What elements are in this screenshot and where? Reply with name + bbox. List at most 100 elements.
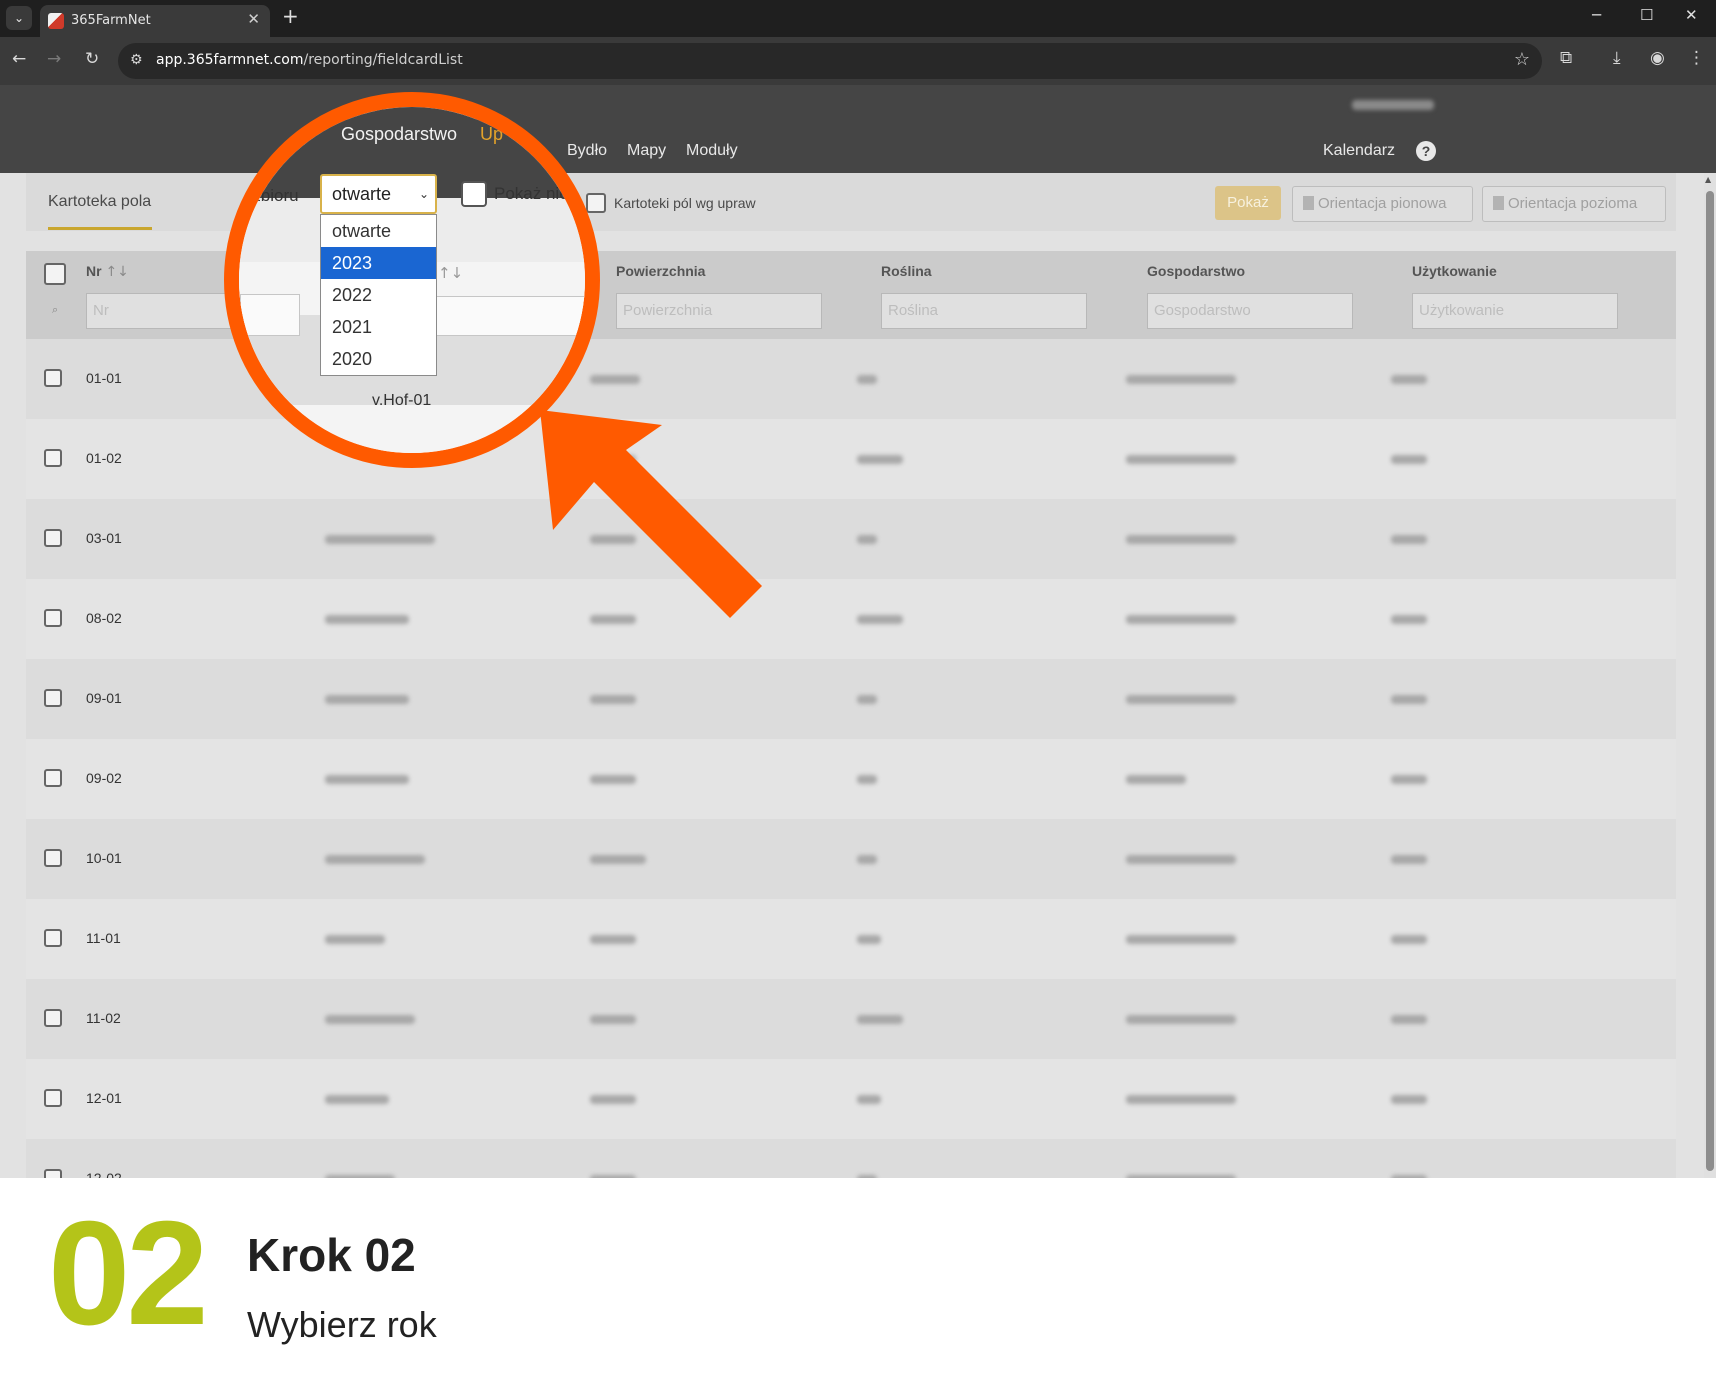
table-row[interactable]: 11-01 (26, 899, 1676, 979)
help-icon[interactable]: ? (1416, 141, 1436, 161)
download-icon[interactable]: ⤓ (1613, 48, 1621, 68)
nav-item-uprawy-partial[interactable]: Up (480, 124, 503, 145)
select-all-checkbox[interactable] (44, 263, 66, 285)
season-option-selected[interactable]: 2023 (321, 247, 436, 279)
row-checkbox[interactable] (44, 769, 62, 787)
blurred-cell (325, 1095, 389, 1104)
filter-powierzchnia-input[interactable]: Powierzchnia (616, 293, 822, 329)
blurred-cell (1126, 375, 1236, 384)
back-icon[interactable]: ← (12, 49, 26, 69)
blurred-cell (857, 695, 877, 704)
blurred-cell (857, 1095, 881, 1104)
blurred-cell (1391, 375, 1427, 384)
calendar-link[interactable]: Kalendarz (1323, 142, 1395, 160)
table-row[interactable]: 12-01 (26, 1059, 1676, 1139)
row-checkbox[interactable] (44, 689, 62, 707)
blurred-cell (857, 1015, 903, 1024)
forward-icon[interactable]: → (47, 49, 61, 69)
blurred-cell (1391, 615, 1427, 624)
table-row[interactable]: 09-01 (26, 659, 1676, 739)
tab-search-chevron-icon[interactable]: ⌄ (6, 6, 32, 30)
season-option[interactable]: otwarte (321, 215, 436, 247)
address-bar[interactable]: ⚙ app.365farmnet.com/reporting/fieldcard… (118, 43, 1542, 79)
tab-title: 365FarmNet (71, 13, 151, 28)
row-checkbox[interactable] (44, 449, 62, 467)
portrait-button[interactable]: Orientacja pionowa (1292, 186, 1473, 222)
nav-item-moduly[interactable]: Moduły (686, 142, 738, 160)
row-checkbox[interactable] (44, 609, 62, 627)
season-option[interactable]: 2021 (321, 311, 436, 343)
show-inactive-checkbox[interactable] (461, 181, 487, 207)
blurred-cell (1126, 1015, 1236, 1024)
row-checkbox[interactable] (44, 1009, 62, 1027)
row-nr: 11-01 (86, 930, 121, 946)
user-menu-blurred[interactable] (1352, 100, 1434, 110)
nav-item-gospodarstwo[interactable]: Gospodarstwo (341, 124, 457, 145)
season-option[interactable]: 2020 (321, 343, 436, 375)
blurred-cell (1126, 775, 1186, 784)
column-header-gospodarstwo[interactable]: Gospodarstwo (1147, 263, 1245, 279)
table-row[interactable]: 03-01 (26, 499, 1676, 579)
table-row[interactable]: 10-01 (26, 819, 1676, 899)
sort-icon[interactable]: ↑↓ (105, 264, 128, 280)
filter-gospodarstwo-input[interactable]: Gospodarstwo (1147, 293, 1353, 329)
blurred-cell (1391, 775, 1427, 784)
landscape-button[interactable]: Orientacja pozioma (1482, 186, 1666, 222)
tab-close-icon[interactable]: ✕ (247, 10, 260, 28)
column-header-uzytkowanie[interactable]: Użytkowanie (1412, 263, 1497, 279)
magnified-row-name: v.Hof-01 (372, 392, 432, 409)
step-number: 02 (48, 1191, 209, 1356)
menu-kebab-icon[interactable]: ⋮ (1688, 48, 1705, 68)
blurred-cell (1391, 1015, 1427, 1024)
season-select-value: otwarte (332, 184, 392, 204)
blurred-cell (857, 935, 881, 944)
row-checkbox[interactable] (44, 1089, 62, 1107)
url-text[interactable]: app.365farmnet.com/reporting/fieldcardLi… (156, 52, 463, 68)
profile-icon[interactable]: ◉ (1650, 48, 1665, 68)
column-header-powierzchnia[interactable]: Powierzchnia (616, 263, 705, 279)
row-nr: 09-01 (86, 690, 122, 706)
browser-tab[interactable]: 365FarmNet ✕ (40, 5, 270, 37)
browser-tab-strip: ⌄ 365FarmNet ✕ + ─ ☐ ✕ (0, 0, 1716, 37)
filter-roslina-input[interactable]: Roślina (881, 293, 1087, 329)
table-row[interactable]: 08-02 (26, 579, 1676, 659)
window-close-icon[interactable]: ✕ (1685, 6, 1698, 24)
magnified-filter-input[interactable] (430, 296, 585, 336)
blurred-cell (590, 1095, 636, 1104)
filter-uzytkowanie-input[interactable]: Użytkowanie (1412, 293, 1618, 329)
row-checkbox[interactable] (44, 529, 62, 547)
show-button[interactable]: Pokaż (1215, 186, 1281, 220)
row-checkbox[interactable] (44, 369, 62, 387)
table-row[interactable]: 11-02 (26, 979, 1676, 1059)
document-icon (1493, 196, 1504, 210)
column-header-nr[interactable]: Nr ↑↓ (86, 263, 129, 280)
sort-icon[interactable]: ↑↓ (438, 264, 463, 282)
reload-icon[interactable]: ↻ (85, 49, 99, 69)
blurred-cell (1126, 1095, 1236, 1104)
bookmark-star-icon[interactable]: ☆ (1514, 49, 1530, 70)
blurred-cell (1126, 455, 1236, 464)
site-info-icon[interactable]: ⚙ (130, 52, 143, 68)
blurred-cell (325, 615, 409, 624)
row-checkbox[interactable] (44, 849, 62, 867)
scroll-up-icon[interactable]: ▲ (1705, 175, 1711, 184)
maximize-icon[interactable]: ☐ (1640, 6, 1653, 24)
page-scrollbar[interactable]: ▲ (1704, 173, 1716, 1178)
nav-item-mapy[interactable]: Mapy (627, 142, 666, 160)
scrollbar-thumb[interactable] (1706, 191, 1714, 1171)
new-tab-icon[interactable]: + (282, 4, 299, 28)
column-header-roslina[interactable]: Roślina (881, 263, 932, 279)
table-row[interactable]: 12-02 (26, 1139, 1676, 1187)
extensions-icon[interactable]: ⧉ (1560, 48, 1572, 68)
blurred-cell (1126, 935, 1236, 944)
season-option[interactable]: 2022 (321, 279, 436, 311)
row-checkbox[interactable] (44, 929, 62, 947)
table-row[interactable]: 09-02 (26, 739, 1676, 819)
step-title: Krok 02 (247, 1229, 416, 1281)
tab-kartoteka-pola[interactable]: Kartoteka pola (48, 193, 151, 211)
blurred-cell (857, 855, 877, 864)
magnified-filter-input[interactable] (240, 294, 300, 336)
season-select[interactable]: otwarte ⌄ (320, 174, 437, 214)
minimize-icon[interactable]: ─ (1592, 6, 1601, 24)
by-crop-checkbox[interactable] (586, 193, 606, 213)
